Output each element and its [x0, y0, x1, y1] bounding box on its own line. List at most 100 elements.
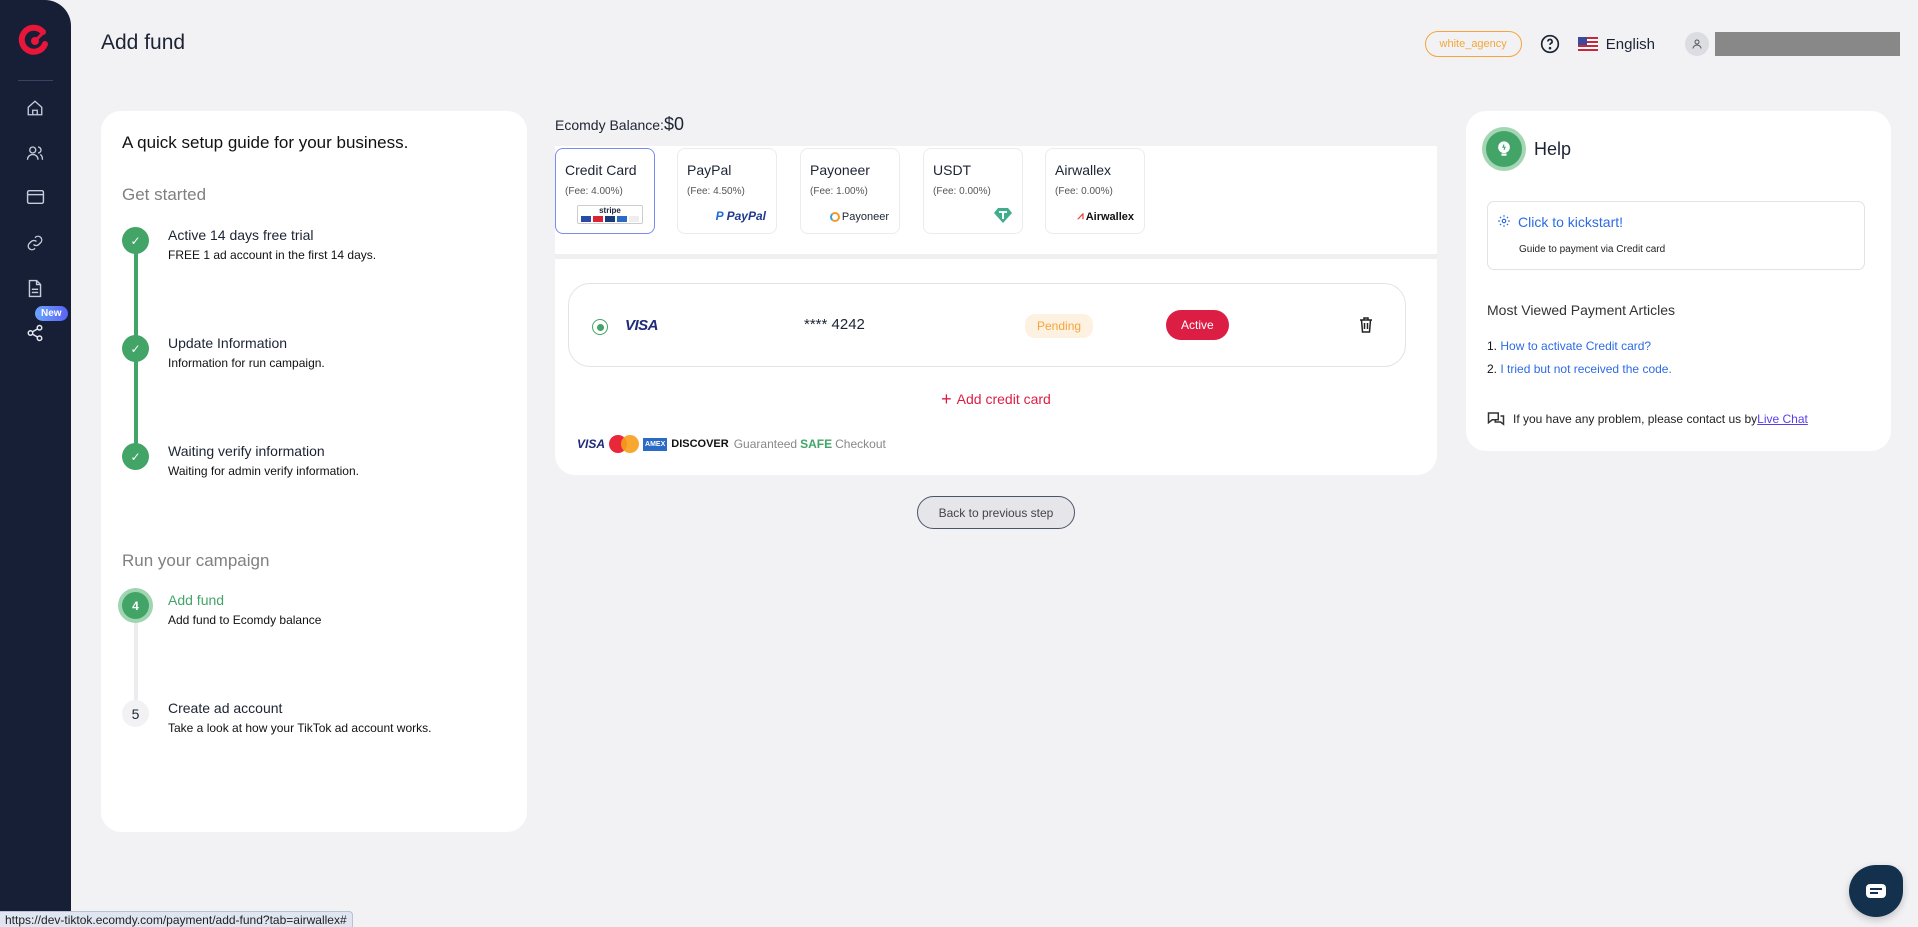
- activate-button[interactable]: Active: [1166, 310, 1229, 340]
- article-link[interactable]: I tried but not received the code.: [1500, 362, 1671, 376]
- live-chat-link[interactable]: Live Chat: [1757, 412, 1808, 426]
- method-paypal[interactable]: PayPal (Fee: 4.50%) P PayPal: [677, 148, 777, 234]
- step-desc: Take a look at how your TikTok ad accoun…: [168, 721, 432, 735]
- method-name: PayPal: [687, 162, 732, 178]
- live-chat-button[interactable]: [1849, 865, 1903, 917]
- kickstart-title: Click to kickstart!: [1518, 214, 1624, 230]
- help-circle-icon[interactable]: [1540, 34, 1560, 54]
- document-icon: [28, 279, 42, 297]
- ecomdy-balance: Ecomdy Balance:$0: [555, 114, 684, 135]
- method-name: Payoneer: [810, 162, 870, 178]
- step-desc: Add fund to Ecomdy balance: [168, 613, 322, 627]
- sidebar-item-links[interactable]: [24, 232, 46, 254]
- share-icon: [27, 324, 43, 342]
- method-name: Airwallex: [1055, 162, 1112, 178]
- kickstart-desc: Guide to payment via Credit card: [1519, 244, 1666, 255]
- visa-logo: VISA: [625, 317, 659, 334]
- secure-checkout-banner: VISA AMEX DISCOVER Guaranteed SAFE Check…: [577, 435, 886, 453]
- checkout-prefix: Guaranteed: [733, 437, 798, 451]
- new-badge: New: [35, 306, 68, 321]
- method-fee: (Fee: 1.00%): [810, 186, 868, 197]
- method-fee: (Fee: 0.00%): [933, 186, 991, 197]
- method-usdt[interactable]: USDT (Fee: 0.00%): [923, 148, 1023, 234]
- ecomdy-logo[interactable]: [18, 24, 50, 56]
- balance-label: Ecomdy Balance:: [555, 117, 664, 133]
- guide-title: A quick setup guide for your business.: [122, 133, 409, 152]
- method-credit-card[interactable]: Credit Card (Fee: 4.00%) stripe: [555, 148, 655, 234]
- method-name: Credit Card: [565, 162, 637, 178]
- header-actions: white_agency English: [1424, 30, 1900, 58]
- progress-line-todo: [134, 611, 138, 711]
- us-flag-icon: [1577, 37, 1598, 51]
- sidebar-divider: [18, 80, 53, 81]
- step-number: 5: [122, 700, 149, 727]
- step-title: Add fund: [168, 592, 225, 608]
- link-icon: [27, 235, 43, 251]
- user-icon: [1692, 39, 1702, 49]
- tether-icon: [994, 208, 1012, 223]
- method-fee: (Fee: 4.00%): [565, 186, 623, 197]
- payoneer-logo: Payoneer: [829, 211, 889, 223]
- check-icon: ✓: [122, 227, 149, 254]
- chat-icon: [1866, 884, 1886, 898]
- step-title: Waiting verify information: [168, 443, 325, 459]
- article-link[interactable]: How to activate Credit card?: [1500, 339, 1651, 353]
- paypal-logo: P PayPal: [715, 209, 766, 223]
- kickstart-guide[interactable]: Click to kickstart! Guide to payment via…: [1487, 201, 1865, 270]
- home-icon: [27, 100, 43, 116]
- payment-method-tabs: Credit Card (Fee: 4.00%) stripe PayPal (…: [555, 146, 1437, 254]
- language-label: English: [1605, 35, 1655, 53]
- section-run-campaign: Run your campaign: [122, 551, 270, 570]
- step-title: Update Information: [168, 335, 288, 351]
- stripe-cards-logo: stripe: [577, 205, 643, 224]
- card-number: **** 4242: [804, 316, 865, 333]
- step-desc: FREE 1 ad account in the first 14 days.: [168, 248, 377, 262]
- step-title: Active 14 days free trial: [168, 227, 314, 243]
- users-icon: [26, 146, 44, 160]
- card-radio-selected[interactable]: [592, 319, 608, 335]
- step-title: Create ad account: [168, 700, 283, 716]
- sidebar-item-payment[interactable]: [24, 186, 46, 208]
- mastercard-logo: [609, 435, 640, 453]
- help-card: Help Click to kickstart! Guide to paymen…: [1466, 111, 1891, 451]
- credit-card-panel: VISA **** 4242 Pending Active + Add credi…: [555, 259, 1437, 475]
- sidebar-item-users[interactable]: [24, 142, 46, 164]
- airwallex-logo: ⩘ Airwallex: [1077, 210, 1134, 223]
- method-name: USDT: [933, 162, 972, 178]
- sidebar-item-referral[interactable]: [24, 322, 46, 344]
- agency-badge[interactable]: white_agency: [1424, 31, 1522, 57]
- user-name-redacted[interactable]: [1715, 32, 1900, 56]
- back-to-previous-step-button[interactable]: Back to previous step: [917, 496, 1075, 529]
- discover-logo: DISCOVER: [671, 438, 729, 450]
- sidebar-item-home[interactable]: [24, 97, 46, 119]
- saved-card-row[interactable]: VISA **** 4242 Pending Active: [568, 283, 1406, 367]
- page-title: Add fund: [101, 31, 186, 54]
- lightbulb-icon: [1486, 131, 1522, 167]
- credit-card-icon: [26, 189, 44, 205]
- trash-icon[interactable]: [1359, 317, 1373, 333]
- browser-status-url: https://dev-tiktok.ecomdy.com/payment/ad…: [0, 911, 353, 927]
- sidebar: New: [0, 0, 71, 927]
- contact-text: If you have any problem, please contact …: [1513, 412, 1758, 426]
- avatar[interactable]: [1685, 32, 1709, 56]
- method-airwallex[interactable]: Airwallex (Fee: 0.00%) ⩘ Airwallex: [1045, 148, 1145, 234]
- checkout-safe: SAFE: [800, 437, 833, 451]
- check-icon: ✓: [122, 443, 149, 470]
- step-desc: Waiting for admin verify information.: [168, 464, 359, 478]
- contact-line: If you have any problem, please contact …: [1487, 411, 1808, 427]
- sidebar-item-documents[interactable]: [24, 277, 46, 299]
- setup-guide-card: A quick setup guide for your business. G…: [101, 111, 527, 832]
- add-credit-card-button[interactable]: + Add credit card: [555, 389, 1437, 410]
- gear-icon: [1498, 215, 1510, 227]
- method-fee: (Fee: 0.00%): [1055, 186, 1113, 197]
- visa-logo: VISA: [577, 437, 606, 451]
- article-item: 1. How to activate Credit card?: [1487, 339, 1652, 353]
- plus-icon: +: [941, 389, 952, 409]
- check-icon: ✓: [122, 335, 149, 362]
- step-desc: Information for run campaign.: [168, 356, 325, 370]
- chat-bubbles-icon: [1487, 412, 1505, 426]
- language-selector[interactable]: English: [1577, 35, 1655, 53]
- checkout-suffix: Checkout: [835, 437, 886, 451]
- amex-logo: AMEX: [643, 437, 668, 451]
- method-payoneer[interactable]: Payoneer (Fee: 1.00%) Payoneer: [800, 148, 900, 234]
